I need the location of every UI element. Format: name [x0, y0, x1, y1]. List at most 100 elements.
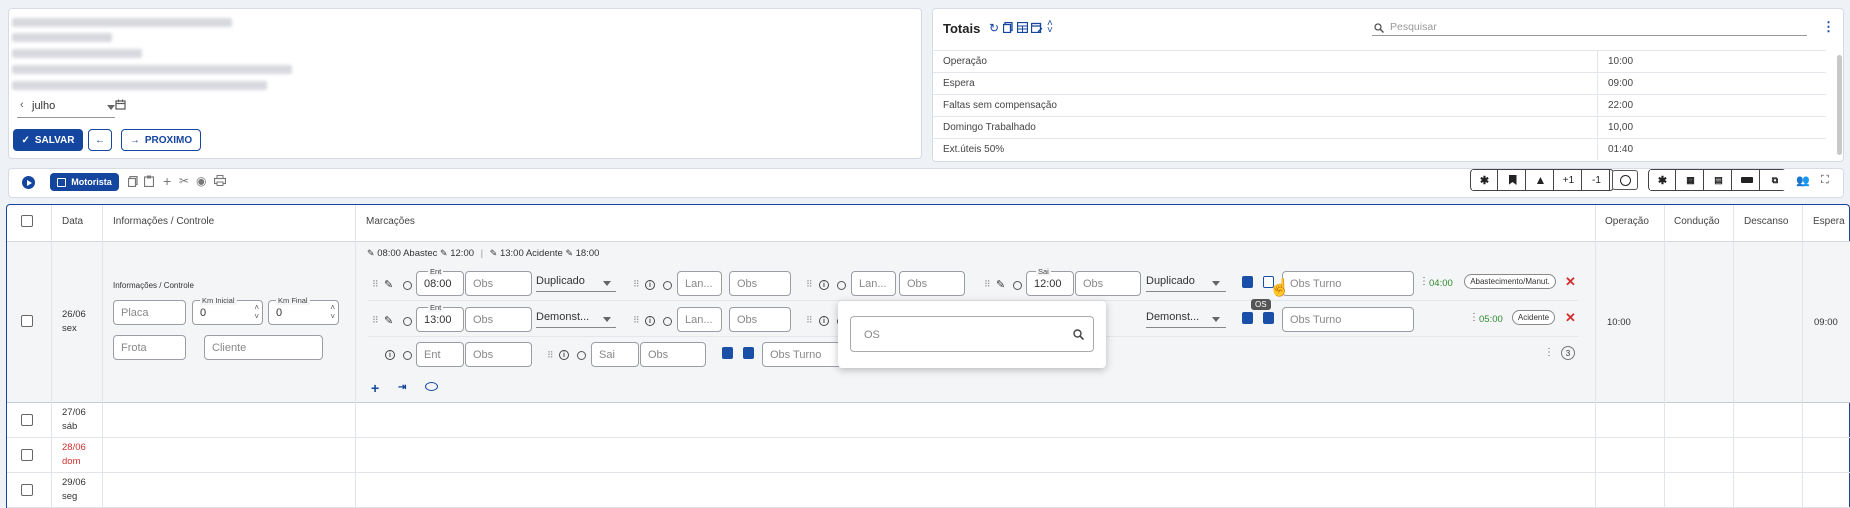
- drag-handle-icon[interactable]: ⠿: [547, 350, 554, 361]
- warning-button[interactable]: ▲: [1528, 170, 1554, 190]
- chevron-down-icon[interactable]: [107, 105, 115, 110]
- type-select[interactable]: Demonst...: [1146, 311, 1199, 323]
- placa-field[interactable]: Placa: [113, 300, 186, 325]
- row-checkbox[interactable]: [21, 449, 33, 461]
- save-button[interactable]: ✓ SALVAR: [13, 129, 83, 151]
- previous-button[interactable]: ←: [88, 129, 112, 151]
- sai-field[interactable]: Sai: [591, 342, 639, 367]
- info-icon[interactable]: i: [819, 316, 829, 326]
- obs-field[interactable]: Obs: [899, 271, 965, 296]
- status-circle-icon[interactable]: [1013, 281, 1022, 290]
- status-circle-icon[interactable]: [837, 281, 846, 290]
- column-header-conducao[interactable]: Condução: [1674, 216, 1720, 227]
- column-header-marcacoes[interactable]: Marcações: [366, 216, 415, 227]
- month-selector[interactable]: ‹ julho: [17, 99, 122, 118]
- drag-handle-icon[interactable]: ⠿: [633, 279, 640, 290]
- status-circle-icon[interactable]: [663, 281, 672, 290]
- obs-field[interactable]: Obs: [729, 307, 791, 332]
- sort-icon[interactable]: ˄ ˅: [1047, 19, 1053, 36]
- login-icon[interactable]: ⇥: [398, 382, 406, 393]
- obs-turno-field[interactable]: Obs Turno: [1282, 271, 1414, 296]
- obs-turno-field[interactable]: Obs Turno: [1282, 307, 1414, 332]
- calendar-edit-icon[interactable]: [1030, 22, 1043, 36]
- status-circle-icon[interactable]: [403, 317, 412, 326]
- obs-field[interactable]: Obs: [465, 342, 532, 367]
- delete-icon[interactable]: ✕: [1565, 310, 1576, 326]
- info-icon[interactable]: i: [819, 280, 829, 290]
- pencil-icon[interactable]: ✎: [996, 278, 1005, 291]
- drag-handle-icon[interactable]: ⠿: [806, 315, 813, 326]
- print-icon[interactable]: [213, 175, 227, 189]
- bed-button[interactable]: [1734, 170, 1760, 190]
- no-entry-button[interactable]: [1612, 170, 1638, 190]
- delete-icon[interactable]: ✕: [1565, 274, 1576, 290]
- frota-field[interactable]: Frota: [113, 335, 186, 360]
- type-select[interactable]: Duplicado: [1146, 275, 1195, 287]
- column-header-data[interactable]: Data: [62, 216, 83, 227]
- ent-field[interactable]: Ent: [416, 342, 464, 367]
- calendar-7-button[interactable]: ⧉: [1762, 170, 1788, 190]
- select-all-checkbox[interactable]: [21, 215, 33, 227]
- chevron-left-icon[interactable]: ‹: [20, 99, 24, 111]
- column-header-descanso[interactable]: Descanso: [1744, 216, 1788, 227]
- clipboard-icon[interactable]: [743, 347, 754, 359]
- row-checkbox[interactable]: [21, 315, 33, 327]
- minus-one-button[interactable]: -1: [1584, 170, 1610, 190]
- clipboard-icon[interactable]: [1263, 312, 1274, 324]
- tools-icon[interactable]: ✂: [179, 174, 189, 188]
- calendar-button[interactable]: ▤: [1706, 170, 1732, 190]
- calendar-x-button[interactable]: ▦: [1678, 170, 1704, 190]
- copy-icon[interactable]: [127, 175, 138, 190]
- totals-search-input[interactable]: Pesquisar: [1372, 19, 1807, 36]
- bookmark-button[interactable]: [1500, 170, 1526, 190]
- obs-field[interactable]: Obs: [465, 307, 532, 332]
- obs-field[interactable]: Obs: [1075, 271, 1141, 296]
- building-icon[interactable]: [1242, 312, 1253, 324]
- type-select[interactable]: Demonst...: [536, 311, 589, 323]
- info-icon[interactable]: i: [559, 350, 569, 360]
- drag-handle-icon[interactable]: ⠿: [633, 315, 640, 326]
- chevron-down-icon[interactable]: [603, 317, 611, 322]
- drag-handle-icon[interactable]: ⠿: [372, 315, 379, 326]
- search-icon[interactable]: [1073, 329, 1085, 343]
- lan-field[interactable]: Lan...: [677, 271, 722, 296]
- drag-handle-icon[interactable]: ⠿: [806, 279, 813, 290]
- status-circle-icon[interactable]: [403, 281, 412, 290]
- more-vertical-icon[interactable]: ⋮: [1419, 276, 1429, 287]
- pencil-icon[interactable]: ✎: [384, 278, 393, 291]
- building-icon[interactable]: [722, 347, 733, 359]
- lan-field[interactable]: Lan...: [677, 307, 722, 332]
- refresh-icon[interactable]: ↻: [989, 21, 999, 35]
- pencil-icon[interactable]: ✎: [384, 314, 393, 327]
- row-checkbox[interactable]: [21, 484, 33, 496]
- asterisk-button[interactable]: ✱: [1472, 170, 1498, 190]
- plus-one-button[interactable]: +1: [1556, 170, 1582, 190]
- column-header-espera[interactable]: Espera: [1813, 216, 1845, 227]
- calendar-icon[interactable]: [115, 99, 126, 113]
- add-icon[interactable]: +: [163, 173, 171, 189]
- drag-handle-icon[interactable]: ⠿: [984, 279, 991, 290]
- chevron-down-icon[interactable]: [1212, 317, 1220, 322]
- motorista-toggle[interactable]: Motorista: [50, 173, 119, 191]
- column-header-operacao[interactable]: Operação: [1605, 216, 1649, 227]
- more-vertical-icon[interactable]: ⋮: [1822, 19, 1835, 35]
- chevron-down-icon[interactable]: [603, 281, 611, 286]
- column-header-info[interactable]: Informações / Controle: [113, 216, 214, 227]
- status-circle-icon[interactable]: [663, 317, 672, 326]
- type-select[interactable]: Duplicado: [536, 275, 585, 287]
- users-icon[interactable]: 👥: [1796, 174, 1810, 187]
- chevron-down-icon[interactable]: [1212, 281, 1220, 286]
- lan-field[interactable]: Lan...: [851, 271, 896, 296]
- status-circle-icon[interactable]: [577, 351, 586, 360]
- drag-handle-icon[interactable]: ⠿: [372, 279, 379, 290]
- copy-icon[interactable]: [1002, 21, 1013, 36]
- play-button[interactable]: [22, 176, 35, 189]
- fullscreen-icon[interactable]: ⛶: [1821, 174, 1829, 187]
- add-icon[interactable]: +: [371, 380, 379, 396]
- more-vertical-icon[interactable]: ⋮: [1544, 347, 1554, 358]
- obs-field[interactable]: Obs: [729, 271, 791, 296]
- row-checkbox[interactable]: [21, 414, 33, 426]
- info-icon[interactable]: i: [645, 280, 655, 290]
- table-icon[interactable]: [1016, 21, 1029, 36]
- eye-icon[interactable]: ◉: [196, 174, 206, 188]
